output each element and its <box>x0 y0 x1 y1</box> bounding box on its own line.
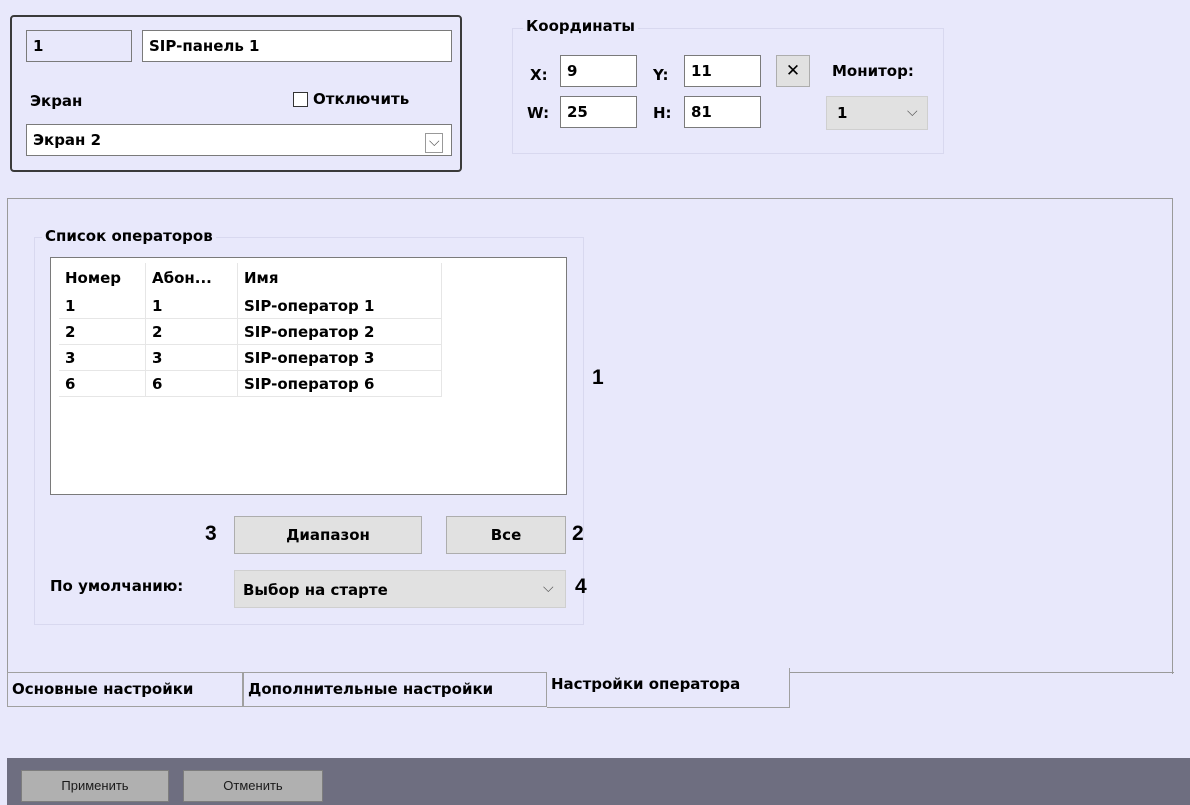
cell-name: SIP-оператор 2 <box>237 318 442 345</box>
object-id-field[interactable]: 1 <box>26 30 132 62</box>
tab-operator-settings[interactable]: Настройки оператора <box>547 668 790 708</box>
disable-label: Отключить <box>313 90 410 108</box>
monitor-select-value: 1 <box>837 104 848 122</box>
cell-subscriber: 3 <box>145 344 238 371</box>
range-button[interactable]: Диапазон <box>234 516 422 554</box>
screen-select-value: Экран 2 <box>33 131 102 149</box>
cell-name: SIP-оператор 1 <box>237 293 442 319</box>
cell-subscriber: 1 <box>145 293 238 319</box>
h-label: H: <box>653 104 672 122</box>
column-header-subscriber[interactable]: Абон... <box>145 263 238 293</box>
callout-2: 2 <box>572 522 584 545</box>
table-row[interactable]: 6 6 SIP-оператор 6 <box>59 370 442 397</box>
close-icon: ✕ <box>785 61 801 81</box>
cell-subscriber: 2 <box>145 318 238 345</box>
tab-main-settings[interactable]: Основные настройки <box>7 672 243 707</box>
default-select-value: Выбор на старте <box>243 581 388 599</box>
h-input[interactable]: 81 <box>684 96 761 128</box>
coords-group <box>512 28 944 154</box>
y-label: Y: <box>653 66 669 84</box>
screen-select[interactable]: Экран 2 <box>26 124 452 156</box>
disable-checkbox[interactable] <box>293 92 308 107</box>
monitor-label: Монитор: <box>832 62 914 80</box>
x-label: X: <box>530 66 548 84</box>
apply-button[interactable]: Применить <box>21 770 169 802</box>
object-name-field[interactable]: SIP-панель 1 <box>142 30 452 62</box>
operators-list[interactable]: Номер Абон... Имя 1 1 SIP-оператор 1 2 2… <box>50 257 567 495</box>
monitor-select[interactable]: 1 ⌵ <box>826 96 928 130</box>
w-label: W: <box>527 104 550 122</box>
table-row[interactable]: 2 2 SIP-оператор 2 <box>59 318 442 345</box>
cell-subscriber: 6 <box>145 370 238 397</box>
all-button[interactable]: Все <box>446 516 566 554</box>
callout-3: 3 <box>205 522 217 545</box>
coords-title: Координаты <box>523 17 638 35</box>
tab-extra-settings[interactable]: Дополнительные настройки <box>243 672 547 707</box>
column-header-name[interactable]: Имя <box>237 263 442 293</box>
w-input[interactable]: 25 <box>560 96 637 128</box>
column-header-number[interactable]: Номер <box>59 263 146 293</box>
y-input[interactable]: 11 <box>684 55 761 87</box>
chevron-down-icon: ⌵ <box>429 134 440 150</box>
chevron-down-icon: ⌵ <box>543 580 554 596</box>
cell-number: 6 <box>59 370 146 397</box>
default-select[interactable]: Выбор на старте ⌵ <box>234 570 566 608</box>
screen-select-arrow[interactable]: ⌵ <box>425 133 443 153</box>
tab-strip-line <box>790 672 1174 673</box>
cancel-button[interactable]: Отменить <box>183 770 323 802</box>
cell-number: 2 <box>59 318 146 345</box>
operators-title: Список операторов <box>42 227 216 245</box>
table-row[interactable]: 3 3 SIP-оператор 3 <box>59 344 442 371</box>
table-header: Номер Абон... Имя <box>59 263 442 293</box>
cell-number: 1 <box>59 293 146 319</box>
cell-number: 3 <box>59 344 146 371</box>
table-row[interactable]: 1 1 SIP-оператор 1 <box>59 293 442 319</box>
x-input[interactable]: 9 <box>560 55 637 87</box>
cell-name: SIP-оператор 6 <box>237 370 442 397</box>
operators-table: Номер Абон... Имя 1 1 SIP-оператор 1 2 2… <box>59 263 442 397</box>
clear-coords-button[interactable]: ✕ <box>776 55 810 87</box>
screen-label: Экран <box>30 92 83 110</box>
callout-4: 4 <box>575 575 587 598</box>
cell-name: SIP-оператор 3 <box>237 344 442 371</box>
default-label: По умолчанию: <box>50 577 184 595</box>
chevron-down-icon: ⌵ <box>907 104 918 120</box>
callout-1: 1 <box>592 366 604 389</box>
